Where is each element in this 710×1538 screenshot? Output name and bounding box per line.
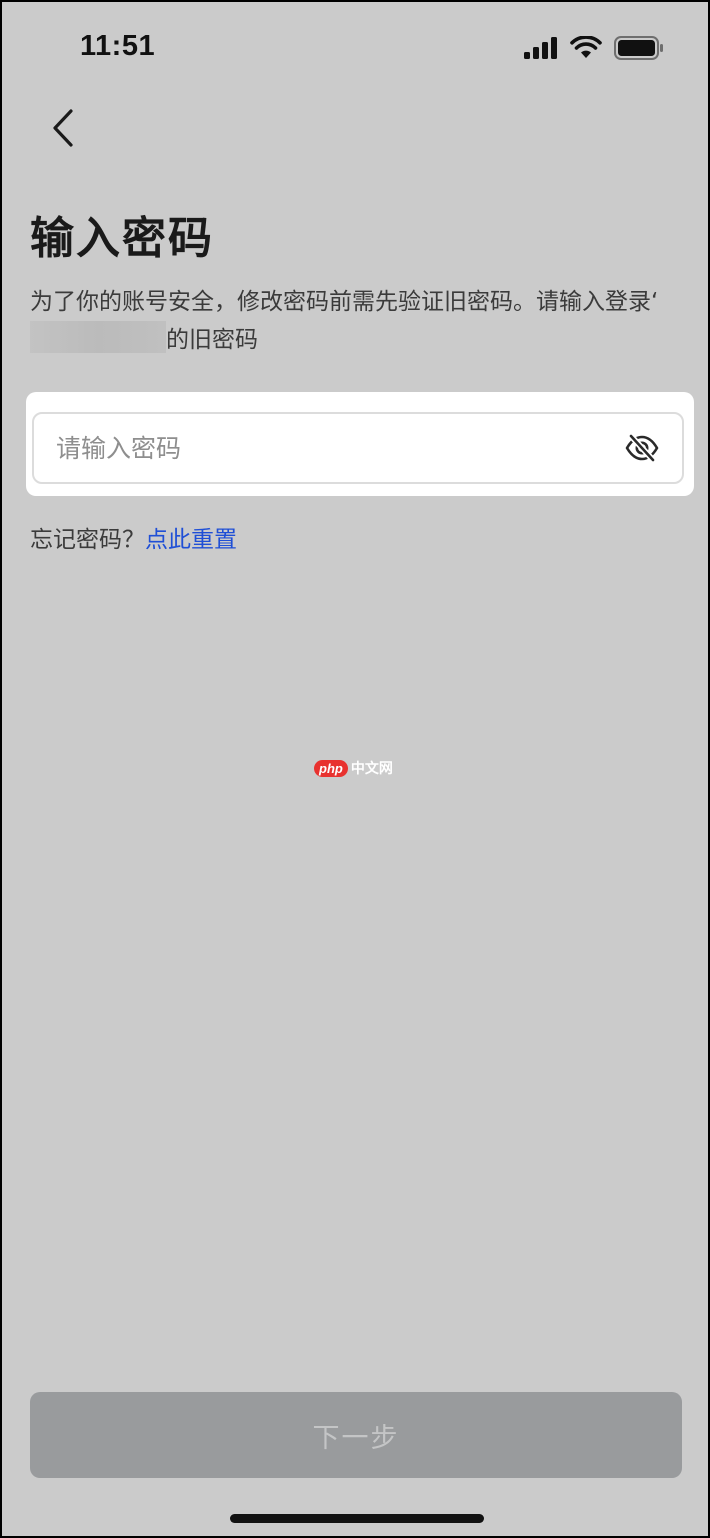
forgot-prompt: 忘记密码？	[30, 527, 145, 553]
watermark: php 中文网	[314, 758, 393, 778]
description-text: 为了你的账号安全，修改密码前需先验证旧密码。请输入登录‘	[30, 289, 659, 315]
home-indicator	[230, 1514, 484, 1523]
page-description: 为了你的账号安全，修改密码前需先验证旧密码。请输入登录‘ 的旧密码	[30, 284, 680, 359]
password-card	[26, 392, 694, 496]
forgot-password-row: 忘记密码？点此重置	[30, 520, 237, 554]
signal-icon	[524, 37, 558, 63]
status-time: 11:51	[80, 30, 156, 62]
battery-icon	[614, 36, 664, 64]
back-button[interactable]	[38, 102, 88, 158]
watermark-badge: php	[314, 759, 348, 777]
page-title: 输入密码	[30, 213, 214, 264]
wifi-icon	[570, 35, 602, 64]
watermark-text: 中文网	[350, 761, 393, 777]
eye-off-icon[interactable]	[622, 428, 662, 468]
redacted-account	[30, 321, 166, 353]
password-input[interactable]	[56, 433, 622, 463]
chevron-left-icon	[51, 108, 75, 152]
reset-password-link[interactable]: 点此重置	[145, 527, 237, 553]
status-icons	[524, 35, 664, 64]
screen: 11:51 输入密码 为了你的账号安全，修改密码前需先验证旧密码。请输入登录‘的…	[2, 2, 708, 1536]
password-field[interactable]	[32, 412, 684, 484]
next-step-button[interactable]: 下一步	[30, 1392, 682, 1478]
description-text-end: 的旧密码	[166, 327, 258, 353]
